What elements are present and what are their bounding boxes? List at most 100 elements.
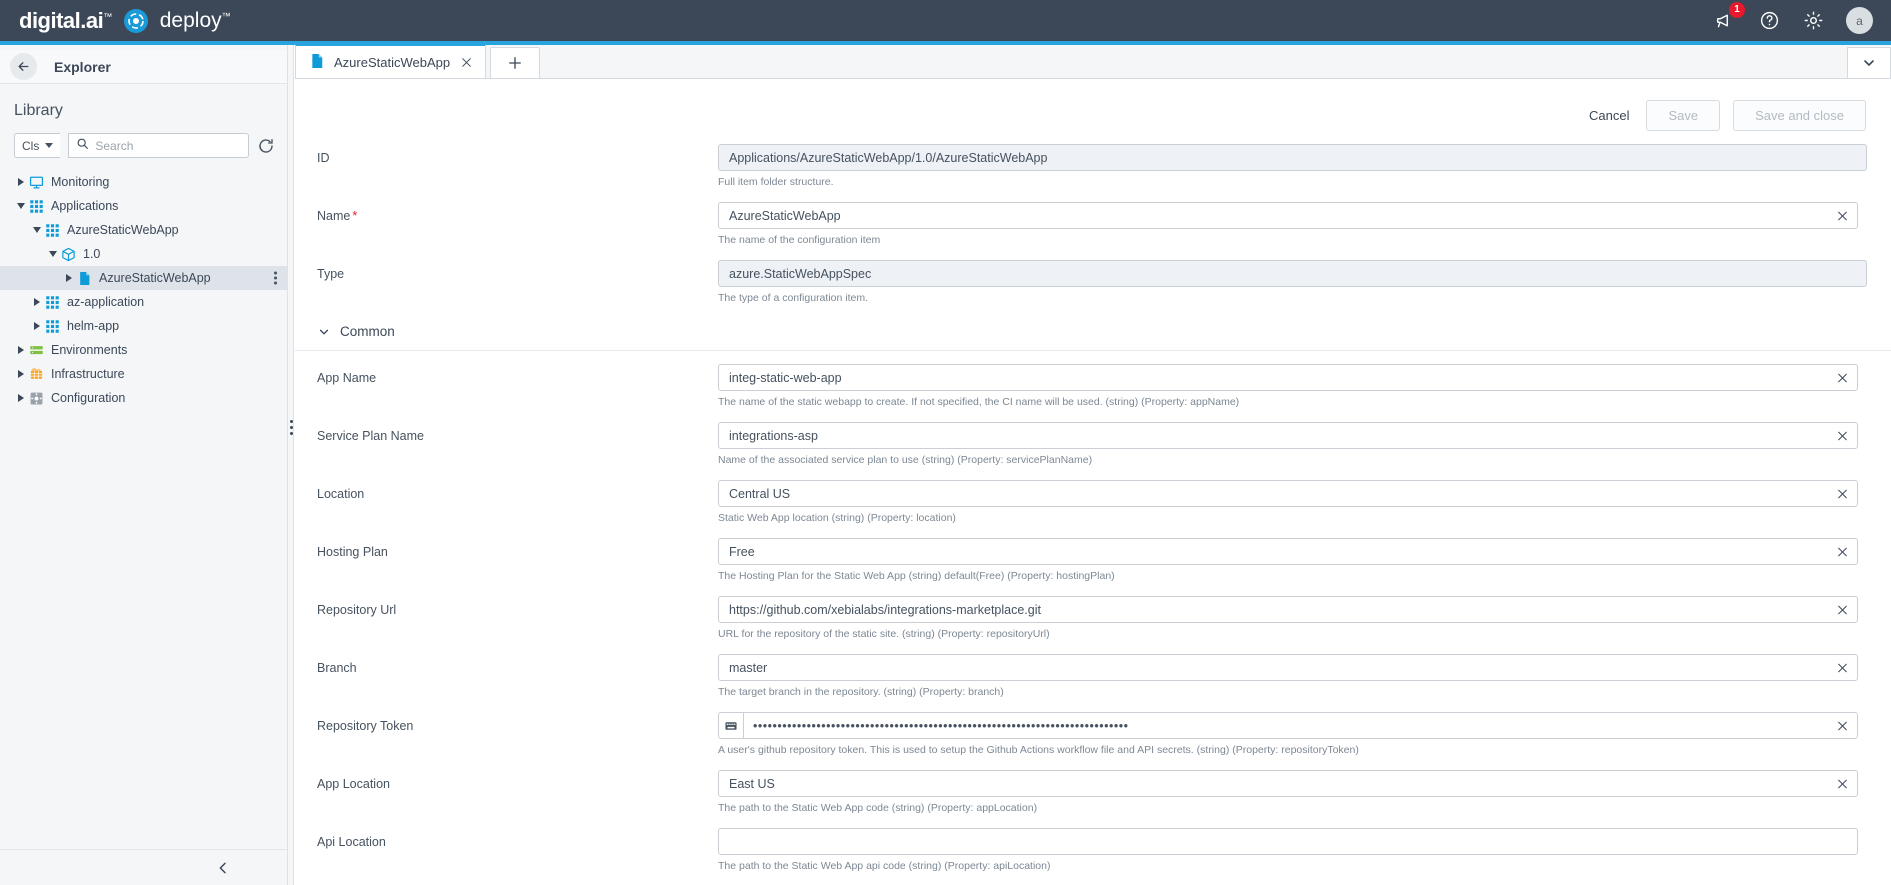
tab-bar: AzureStaticWebApp	[295, 45, 1891, 79]
grid-icon	[44, 319, 61, 334]
field-input-name[interactable]	[718, 202, 1858, 229]
tab-label: AzureStaticWebApp	[334, 55, 450, 70]
new-tab-button[interactable]	[490, 47, 540, 78]
input-wrapper	[718, 538, 1858, 565]
tree-item-environments[interactable]: Environments	[0, 338, 287, 362]
clear-icon[interactable]	[1836, 209, 1849, 222]
tree-item-label: Monitoring	[51, 175, 109, 189]
field-hint-type: The type of a configuration item.	[718, 291, 1867, 305]
close-icon[interactable]	[460, 56, 473, 69]
field-hint-app-location: The path to the Static Web App code (str…	[718, 801, 1858, 815]
expand-arrow-right-icon[interactable]	[14, 394, 28, 402]
field-label-text: Service Plan Name	[317, 429, 424, 443]
tree-item-applications[interactable]: Applications	[0, 194, 287, 218]
input-wrapper	[718, 260, 1867, 287]
section-header-common[interactable]: Common	[295, 318, 1891, 350]
clear-icon[interactable]	[1836, 429, 1849, 442]
field-input-branch[interactable]	[718, 654, 1858, 681]
clear-icon[interactable]	[1836, 777, 1849, 790]
field-input-location[interactable]	[718, 480, 1858, 507]
expand-arrow-down-icon[interactable]	[46, 251, 60, 257]
clear-icon[interactable]	[1836, 719, 1849, 732]
gear-icon[interactable]	[1802, 10, 1824, 32]
field-label-text: Location	[317, 487, 364, 501]
expand-arrow-right-icon[interactable]	[62, 274, 76, 282]
brand-product-text: deploy	[160, 9, 222, 32]
field-label-text: Name	[317, 209, 350, 223]
field-hint-hosting-plan: The Hosting Plan for the Static Web App …	[718, 569, 1858, 583]
tree-item-label: Infrastructure	[51, 367, 125, 381]
package-icon	[60, 247, 77, 262]
tab-overflow-button[interactable]	[1847, 47, 1891, 78]
field-hint-branch: The target branch in the repository. (st…	[718, 685, 1858, 699]
input-wrapper	[718, 770, 1858, 797]
field-input-app-name[interactable]	[718, 364, 1858, 391]
field-control-api-location: The path to the Static Web App api code …	[718, 828, 1891, 885]
search-row: Cls	[0, 120, 287, 158]
form-row-app-location: App LocationThe path to the Static Web A…	[295, 770, 1891, 828]
brand-product: deploy™	[160, 9, 231, 33]
tree-item-azurestaticwebapp[interactable]: AzureStaticWebApp	[0, 218, 287, 242]
field-input-repository-token[interactable]: ••••••••••••••••••••••••••••••••••••••••…	[743, 712, 1858, 739]
tab-azurestaticwebapp[interactable]: AzureStaticWebApp	[295, 44, 486, 78]
save-and-close-button[interactable]: Save and close	[1733, 100, 1866, 131]
field-input-api-location[interactable]	[718, 828, 1858, 855]
search-box[interactable]	[68, 133, 249, 158]
megaphone-icon[interactable]: 1	[1714, 10, 1736, 32]
tree-item-menu-icon[interactable]	[274, 272, 277, 285]
tree-item-helm-app[interactable]: helm-app	[0, 314, 287, 338]
form-row-branch: BranchThe target branch in the repositor…	[295, 654, 1891, 712]
splitter-grip[interactable]	[288, 420, 294, 435]
field-input-service-plan-name[interactable]	[718, 422, 1858, 449]
deploy-logo-icon	[124, 9, 148, 33]
field-control-name: The name of the configuration item	[718, 202, 1891, 260]
expand-arrow-right-icon[interactable]	[14, 178, 28, 186]
expand-arrow-right-icon[interactable]	[30, 322, 44, 330]
required-marker: *	[352, 209, 357, 223]
cls-filter-label: Cls	[22, 139, 39, 153]
field-label-type: Type	[295, 260, 718, 281]
avatar[interactable]: a	[1846, 7, 1873, 34]
sidebar-collapse-button[interactable]	[0, 849, 287, 885]
search-icon	[76, 137, 89, 155]
form-row-repository-token: Repository Token••••••••••••••••••••••••…	[295, 712, 1891, 770]
field-control-app-location: The path to the Static Web App code (str…	[718, 770, 1891, 828]
tree-item-infrastructure[interactable]: Infrastructure	[0, 362, 287, 386]
panel-splitter[interactable]	[288, 45, 294, 885]
form-row-app-name: App NameThe name of the static webapp to…	[295, 364, 1891, 422]
expand-arrow-down-icon[interactable]	[30, 227, 44, 233]
expand-arrow-down-icon[interactable]	[14, 203, 28, 209]
tree-item-label: az-application	[67, 295, 144, 309]
field-input-hosting-plan[interactable]	[718, 538, 1858, 565]
clear-icon[interactable]	[1836, 545, 1849, 558]
search-input[interactable]	[95, 139, 241, 153]
save-button[interactable]: Save	[1646, 100, 1720, 131]
grid-icon	[44, 223, 61, 238]
back-button[interactable]	[10, 53, 37, 80]
field-input-app-location[interactable]	[718, 770, 1858, 797]
tree-item-az-application[interactable]: az-application	[0, 290, 287, 314]
expand-arrow-right-icon[interactable]	[14, 370, 28, 378]
chevron-down-icon	[45, 143, 53, 148]
tree-item-configuration[interactable]: Configuration	[0, 386, 287, 410]
expand-arrow-right-icon[interactable]	[30, 298, 44, 306]
clear-icon[interactable]	[1836, 603, 1849, 616]
tree-item-1-0[interactable]: 1.0	[0, 242, 287, 266]
tree-item-azurestaticwebapp[interactable]: AzureStaticWebApp	[0, 266, 287, 290]
refresh-icon[interactable]	[257, 137, 275, 155]
clear-icon[interactable]	[1836, 661, 1849, 674]
cls-filter-dropdown[interactable]: Cls	[14, 133, 60, 158]
field-control-repository-token: ••••••••••••••••••••••••••••••••••••••••…	[718, 712, 1891, 770]
field-label-name: Name*	[295, 202, 718, 223]
help-icon[interactable]	[1758, 10, 1780, 32]
password-keyboard-icon[interactable]	[718, 712, 743, 739]
expand-arrow-right-icon[interactable]	[14, 346, 28, 354]
field-hint-app-name: The name of the static webapp to create.…	[718, 395, 1858, 409]
field-input-repository-url[interactable]	[718, 596, 1858, 623]
tree-item-monitoring[interactable]: Monitoring	[0, 170, 287, 194]
brand[interactable]: digital.ai™ deploy™	[0, 8, 231, 34]
clear-icon[interactable]	[1836, 487, 1849, 500]
clear-icon[interactable]	[1836, 371, 1849, 384]
library-tree: MonitoringApplicationsAzureStaticWebApp1…	[0, 170, 287, 410]
cancel-button[interactable]: Cancel	[1585, 102, 1633, 129]
